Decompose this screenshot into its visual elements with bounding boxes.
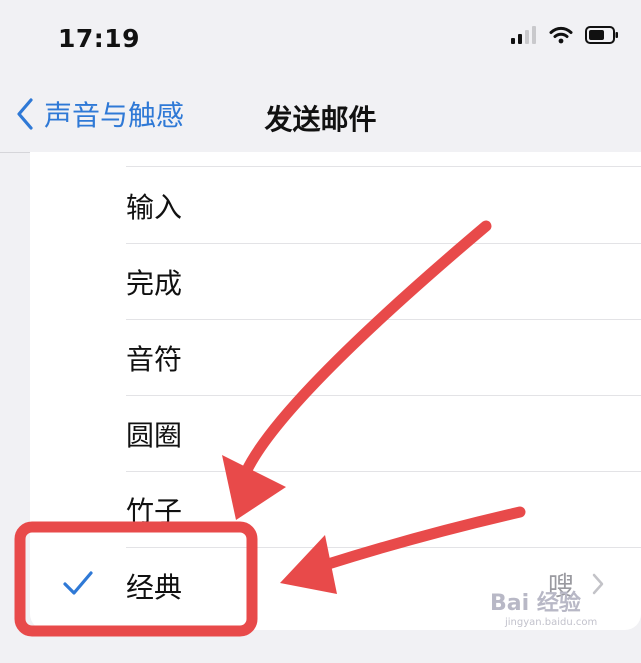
tone-row-circles[interactable]: 圆圈 — [30, 396, 641, 472]
watermark: Bai 经验 — [490, 591, 581, 616]
status-icons — [511, 26, 619, 44]
tone-row-input[interactable]: 输入 — [30, 168, 641, 244]
tone-row-complete[interactable]: 完成 — [30, 244, 641, 320]
battery-icon — [585, 26, 618, 44]
tone-row-note[interactable]: 音符 — [30, 320, 641, 396]
tone-label: 完成 — [126, 267, 183, 300]
tone-label: 圆圈 — [126, 419, 183, 452]
checkmark-icon — [63, 571, 93, 595]
chevron-right-icon — [592, 573, 604, 595]
status-bar: 17:19 — [0, 0, 641, 80]
tone-row-bamboo[interactable]: 竹子 — [30, 472, 641, 548]
wifi-icon — [549, 26, 573, 44]
tone-label: 音符 — [126, 343, 183, 376]
status-time: 17:19 — [58, 24, 141, 53]
navigation-bar: 声音与触感 发送邮件 — [0, 80, 641, 153]
tone-label: 输入 — [126, 191, 183, 224]
list-top-divider — [126, 166, 641, 167]
tone-label: 竹子 — [126, 495, 183, 528]
watermark-url: jingyan.baidu.com — [505, 617, 598, 628]
tone-label: 经典 — [126, 571, 183, 604]
page-title: 发送邮件 — [264, 103, 377, 136]
cellular-signal-icon — [511, 26, 536, 44]
tone-list: 输入 完成 音符 圆圈 竹子 经典 嗖 — [30, 152, 641, 630]
